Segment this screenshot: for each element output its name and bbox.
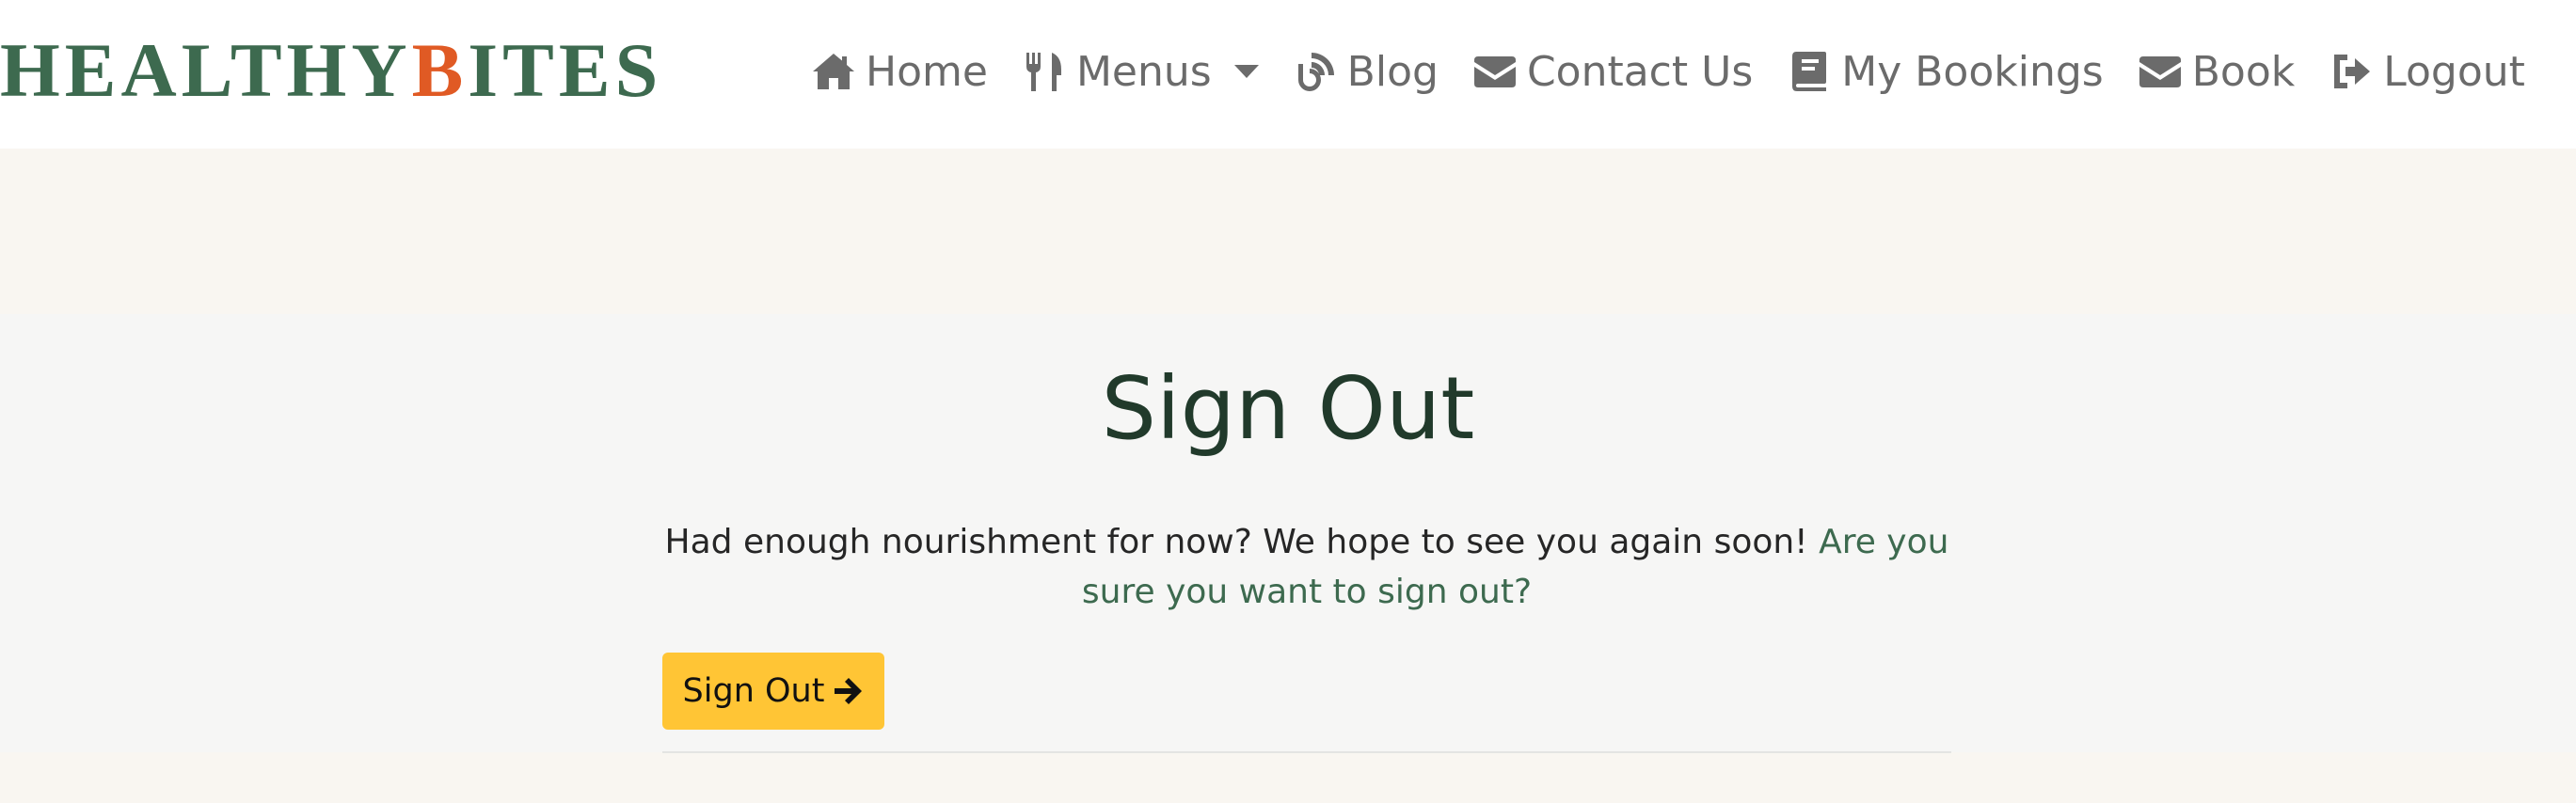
page-title: Sign Out [1101, 358, 1475, 459]
nav-menus-label: Menus [1075, 47, 1212, 96]
nav-my-bookings-label: My Bookings [1841, 47, 2104, 96]
signout-message-text: Had enough nourishment for now? We hope … [664, 523, 1808, 561]
nav-logout-label: Logout [2383, 47, 2525, 96]
sign-out-button-label: Sign Out [682, 672, 825, 710]
brand-text-ites: ITES [468, 27, 663, 113]
navbar: HEALTHYBITES Home Menus Blog Contact Us … [0, 0, 2576, 149]
nav-my-bookings[interactable]: My Bookings [1787, 47, 2104, 96]
nav-book-label: Book [2191, 47, 2296, 96]
home-icon [813, 54, 854, 89]
nav-contact-us-label: Contact Us [1526, 47, 1754, 96]
divider [662, 751, 1951, 753]
utensils-icon [1026, 53, 1061, 91]
nav-contact-us[interactable]: Contact Us [1472, 48, 1753, 96]
sign-out-icon [2334, 55, 2371, 88]
book-icon [1792, 52, 1827, 91]
nav-blog-label: Blog [1346, 47, 1439, 96]
signout-message: Had enough nourishment for now? We hope … [662, 517, 1951, 617]
blog-icon [1297, 53, 1334, 91]
brand-text-healthy: HEALTHY [0, 27, 412, 113]
arrow-right-icon [835, 678, 863, 704]
envelope-icon [2139, 56, 2181, 87]
main-nav: Home Menus Blog Contact Us My Bookings B… [811, 41, 2525, 102]
nav-menus[interactable]: Menus [1022, 48, 1259, 96]
nav-book[interactable]: Book [2138, 47, 2296, 96]
brand-logo[interactable]: HEALTHYBITES [0, 26, 662, 115]
sign-out-button[interactable]: Sign Out [662, 653, 884, 730]
nav-logout[interactable]: Logout [2329, 48, 2525, 96]
nav-home[interactable]: Home [811, 48, 988, 96]
nav-blog[interactable]: Blog [1293, 48, 1439, 96]
brand-text-b: B [411, 27, 469, 113]
envelope-icon [1473, 56, 1516, 87]
chevron-down-icon [1233, 65, 1259, 78]
nav-home-label: Home [866, 47, 988, 96]
